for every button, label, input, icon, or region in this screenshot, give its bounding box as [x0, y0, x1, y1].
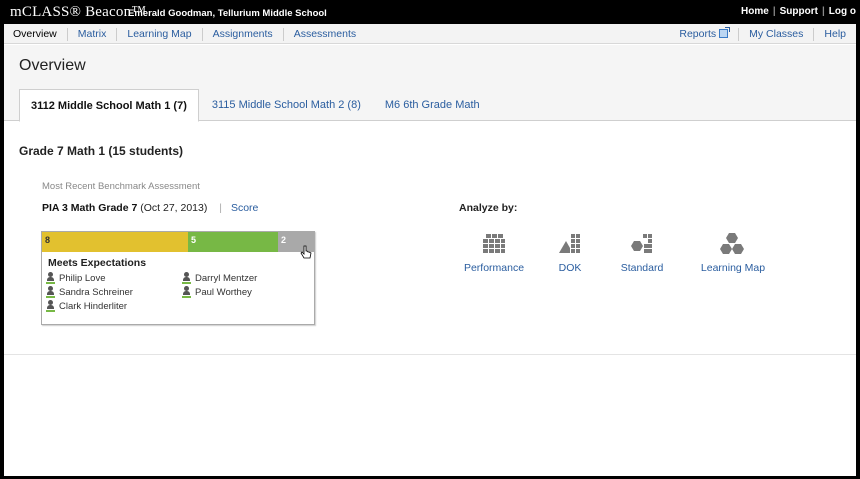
student-item[interactable]: Sandra Schreiner: [46, 286, 182, 298]
main-nav: Overview Matrix Learning Map Assignments…: [4, 24, 856, 44]
nav-right: Reports My Classes Help: [670, 24, 856, 44]
student-name: Darryl Mentzer: [195, 272, 258, 284]
user-school-info: Emerald Goodman, Tellurium Middle School: [128, 8, 327, 19]
standard-hex-icon: [631, 234, 652, 253]
separator: |: [772, 6, 776, 17]
analyze-performance[interactable]: Performance: [459, 232, 529, 274]
support-link[interactable]: Support: [780, 6, 818, 17]
top-bar: mCLASS® Beacon™ Emerald Goodman, Telluri…: [4, 0, 856, 24]
nav-assessments[interactable]: Assessments: [282, 27, 366, 41]
analyze-learning-map[interactable]: Learning Map: [698, 232, 768, 274]
app-screen: mCLASS® Beacon™ Emerald Goodman, Telluri…: [4, 0, 856, 476]
analyze-dok-label: DOK: [558, 262, 582, 274]
student-item[interactable]: Paul Worthey: [182, 286, 312, 298]
analyze-learning-map-label: Learning Map: [700, 262, 766, 274]
student-item[interactable]: Darryl Mentzer: [182, 272, 312, 284]
assessment-line: PIA 3 Math Grade 7 (Oct 27, 2013) | Scor…: [42, 202, 258, 214]
student-name: Philip Love: [59, 272, 106, 284]
score-segment-yellow[interactable]: 8: [42, 232, 188, 252]
student-item[interactable]: Philip Love: [46, 272, 182, 284]
nav-overview[interactable]: Overview: [4, 28, 67, 41]
learning-map-hex-icon: [720, 233, 744, 254]
nav-reports-label: Reports: [679, 27, 717, 40]
logout-link[interactable]: Log o: [829, 6, 856, 17]
student-name: Paul Worthey: [195, 286, 252, 298]
tab-6th-grade-math[interactable]: M6 6th Grade Math: [374, 89, 491, 120]
student-icon: [46, 286, 55, 298]
student-name: Clark Hinderliter: [59, 300, 128, 312]
class-tabs: 3112 Middle School Math 1 (7) 3115 Middl…: [19, 89, 493, 122]
score-link[interactable]: Score: [231, 202, 258, 214]
home-link[interactable]: Home: [741, 6, 769, 17]
nav-my-classes[interactable]: My Classes: [738, 27, 813, 41]
tab-math-2[interactable]: 3115 Middle School Math 2 (8): [201, 89, 372, 120]
student-icon: [182, 272, 191, 284]
assessment-name: PIA 3 Math Grade 7: [42, 202, 138, 214]
score-segment-green[interactable]: 5: [188, 232, 278, 252]
overview-content: Grade 7 Math 1 (15 students) Most Recent…: [4, 122, 856, 355]
score-summary-box: 8 5 2 Meets Expectations Philip Love Dar…: [41, 231, 315, 325]
top-links: Home | Support | Log o: [741, 6, 856, 17]
nav-assignments[interactable]: Assignments: [201, 27, 283, 41]
nav-learning-map[interactable]: Learning Map: [116, 27, 201, 41]
nav-help[interactable]: Help: [813, 27, 856, 41]
student-item[interactable]: Clark Hinderliter: [46, 300, 182, 312]
analyze-standard-label: Standard: [620, 262, 664, 274]
dok-icon: [559, 234, 580, 253]
brand-logo: mCLASS® Beacon™: [10, 4, 147, 20]
nav-left: Overview Matrix Learning Map Assignments…: [4, 24, 366, 44]
performance-grid-icon: [483, 234, 505, 253]
hand-cursor-icon: [300, 245, 312, 259]
score-distribution-bar: 8 5 2: [42, 232, 314, 252]
page-title: Overview: [19, 57, 86, 74]
class-title: Grade 7 Math 1 (15 students): [19, 144, 184, 158]
separator: |: [821, 6, 825, 17]
tab-math-1[interactable]: 3112 Middle School Math 1 (7): [19, 89, 199, 122]
benchmark-label: Most Recent Benchmark Assessment: [42, 181, 200, 192]
separator: |: [219, 202, 223, 214]
student-icon: [182, 286, 191, 298]
analyze-performance-label: Performance: [463, 262, 525, 274]
assessment-date: (Oct 27, 2013): [140, 202, 208, 214]
student-list: Philip Love Darryl Mentzer Sandra Schrei…: [46, 272, 312, 312]
nav-matrix[interactable]: Matrix: [66, 27, 117, 41]
analyze-standard[interactable]: Standard: [616, 232, 668, 274]
external-link-icon: [719, 26, 731, 38]
student-name: Sandra Schreiner: [59, 286, 133, 298]
category-title: Meets Expectations: [48, 257, 147, 269]
nav-reports[interactable]: Reports: [670, 26, 738, 41]
student-icon: [46, 272, 55, 284]
analyze-by-label: Analyze by:: [459, 202, 518, 214]
analyze-dok[interactable]: DOK: [550, 232, 590, 274]
page-header: Overview 3112 Middle School Math 1 (7) 3…: [4, 45, 856, 122]
student-icon: [46, 300, 55, 312]
